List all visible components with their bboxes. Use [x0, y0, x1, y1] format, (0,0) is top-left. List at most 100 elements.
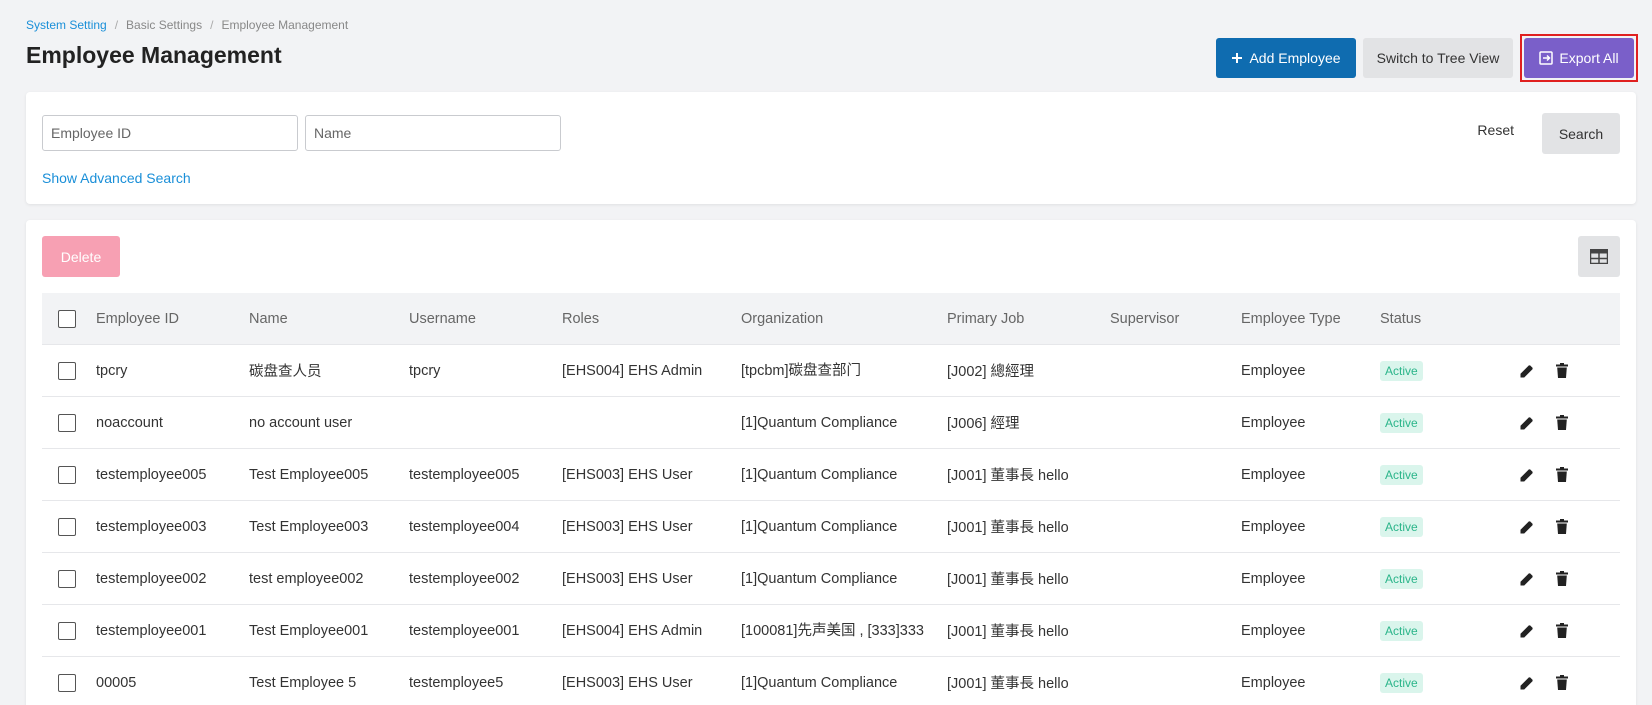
- pencil-icon: [1520, 520, 1533, 533]
- table-row[interactable]: testemployee002 test employee002 testemp…: [42, 553, 1620, 605]
- employee-type-cell: Employee: [1241, 674, 1306, 691]
- status-badge: Active: [1380, 516, 1423, 537]
- column-header[interactable]: Employee Type: [1241, 311, 1380, 327]
- row-checkbox[interactable]: [58, 569, 76, 588]
- name-cell: Test Employee003: [249, 518, 369, 535]
- column-header[interactable]: Organization: [741, 311, 947, 326]
- edit-button[interactable]: [1520, 416, 1534, 430]
- edit-button[interactable]: [1520, 520, 1534, 534]
- page-title: Employee Management: [26, 42, 282, 68]
- roles-cell: [EHS003] EHS User: [562, 674, 693, 691]
- column-header[interactable]: Roles: [562, 311, 741, 327]
- delete-row-button[interactable]: [1556, 363, 1568, 378]
- row-checkbox[interactable]: [58, 413, 76, 432]
- row-checkbox[interactable]: [58, 621, 76, 640]
- reset-button[interactable]: Reset: [1477, 122, 1514, 138]
- row-checkbox[interactable]: [58, 517, 76, 536]
- row-checkbox[interactable]: [58, 361, 76, 380]
- row-select-cell: [42, 621, 96, 640]
- delete-row-button[interactable]: [1556, 675, 1568, 690]
- select-all-checkbox[interactable]: [58, 309, 76, 328]
- select-all-cell: [42, 309, 96, 328]
- roles-cell: [EHS004] EHS Admin: [562, 362, 703, 379]
- row-checkbox[interactable]: [58, 673, 76, 692]
- employee-id-cell: testemployee001: [96, 622, 207, 639]
- delete-row-button[interactable]: [1556, 467, 1568, 482]
- breadcrumb-system-setting[interactable]: System Setting: [26, 18, 107, 32]
- breadcrumb-basic-settings[interactable]: Basic Settings: [126, 18, 202, 32]
- primary-job-cell: [J001] 董事長 hello: [947, 468, 1069, 484]
- column-header[interactable]: Username: [409, 311, 562, 327]
- column-header[interactable]: Primary Job: [947, 311, 1110, 327]
- edit-button[interactable]: [1520, 572, 1534, 586]
- status-cell: Active: [1380, 360, 1520, 381]
- table-row[interactable]: 00005 Test Employee 5 testemployee5 [EHS…: [42, 657, 1620, 705]
- delete-row-button[interactable]: [1556, 571, 1568, 586]
- column-settings-button[interactable]: [1578, 236, 1620, 277]
- table-row[interactable]: testemployee001 Test Employee001 testemp…: [42, 605, 1620, 657]
- delete-row-button[interactable]: [1556, 519, 1568, 534]
- search-button[interactable]: Search: [1542, 113, 1620, 154]
- edit-button[interactable]: [1520, 624, 1534, 638]
- table-row[interactable]: testemployee003 Test Employee003 testemp…: [42, 501, 1620, 553]
- roles-cell: [EHS003] EHS User: [562, 570, 693, 587]
- delete-button[interactable]: Delete: [42, 236, 120, 277]
- name-cell: test employee002: [249, 570, 364, 587]
- primary-job-cell: [J002] 總經理: [947, 364, 1035, 380]
- username-cell: testemployee001: [409, 622, 520, 639]
- trash-icon: [1556, 363, 1568, 378]
- export-highlight: Export All: [1520, 34, 1638, 82]
- status-badge: Active: [1380, 568, 1423, 589]
- column-header[interactable]: Supervisor: [1110, 311, 1241, 327]
- breadcrumb-separator: /: [210, 18, 214, 32]
- row-actions: [1520, 623, 1620, 638]
- show-advanced-search-link[interactable]: Show Advanced Search: [42, 170, 191, 186]
- primary-job-cell: [J001] 董事長 hello: [947, 572, 1069, 588]
- employee-type-cell: Employee: [1241, 518, 1306, 535]
- row-select-cell: [42, 517, 96, 536]
- name-cell: 碳盘查人员: [249, 364, 322, 380]
- table-row[interactable]: tpcry 碳盘查人员 tpcry [EHS004] EHS Admin [tp…: [42, 345, 1620, 397]
- roles-cell: [EHS004] EHS Admin: [562, 622, 703, 639]
- table-row[interactable]: noaccount no account user [1]Quantum Com…: [42, 397, 1620, 449]
- organization-cell: [1]Quantum Compliance: [741, 518, 898, 535]
- organization-cell: [1]Quantum Compliance: [741, 414, 898, 431]
- switch-tree-view-button[interactable]: Switch to Tree View: [1363, 38, 1513, 78]
- edit-button[interactable]: [1520, 468, 1534, 482]
- employee-table: Employee ID Name Username Roles Organiza…: [42, 293, 1620, 705]
- primary-job-cell: [J006] 經理: [947, 416, 1020, 432]
- delete-row-button[interactable]: [1556, 623, 1568, 638]
- column-header[interactable]: Status: [1380, 311, 1520, 327]
- username-cell: testemployee005: [409, 466, 520, 483]
- employee-id-cell: testemployee002: [96, 570, 207, 587]
- status-cell: Active: [1380, 568, 1520, 589]
- row-actions: [1520, 415, 1620, 430]
- roles-cell: [EHS003] EHS User: [562, 518, 693, 535]
- table-row[interactable]: testemployee005 Test Employee005 testemp…: [42, 449, 1620, 501]
- add-employee-button[interactable]: Add Employee: [1216, 38, 1356, 78]
- employee-id-cell: testemployee003: [96, 518, 207, 535]
- trash-icon: [1556, 467, 1568, 482]
- name-input[interactable]: [305, 115, 561, 151]
- row-select-cell: [42, 673, 96, 692]
- delete-row-button[interactable]: [1556, 415, 1568, 430]
- row-actions: [1520, 467, 1620, 482]
- primary-job-cell: [J001] 董事長 hello: [947, 520, 1069, 536]
- export-all-label: Export All: [1559, 50, 1619, 66]
- edit-button[interactable]: [1520, 364, 1534, 378]
- row-select-cell: [42, 413, 96, 432]
- column-header[interactable]: Name: [249, 311, 409, 327]
- employee-id-input[interactable]: [42, 115, 298, 151]
- username-cell: testemployee5: [409, 674, 504, 691]
- column-header[interactable]: Employee ID: [96, 311, 249, 327]
- row-checkbox[interactable]: [58, 465, 76, 484]
- export-all-button[interactable]: Export All: [1524, 38, 1634, 78]
- switch-tree-view-label: Switch to Tree View: [1376, 50, 1500, 66]
- breadcrumb: System Setting / Basic Settings / Employ…: [26, 18, 348, 32]
- employee-id-cell: 00005: [96, 674, 137, 691]
- plus-icon: [1232, 53, 1243, 63]
- status-badge: Active: [1380, 464, 1423, 485]
- username-cell: testemployee002: [409, 570, 520, 587]
- trash-icon: [1556, 623, 1568, 638]
- edit-button[interactable]: [1520, 676, 1534, 690]
